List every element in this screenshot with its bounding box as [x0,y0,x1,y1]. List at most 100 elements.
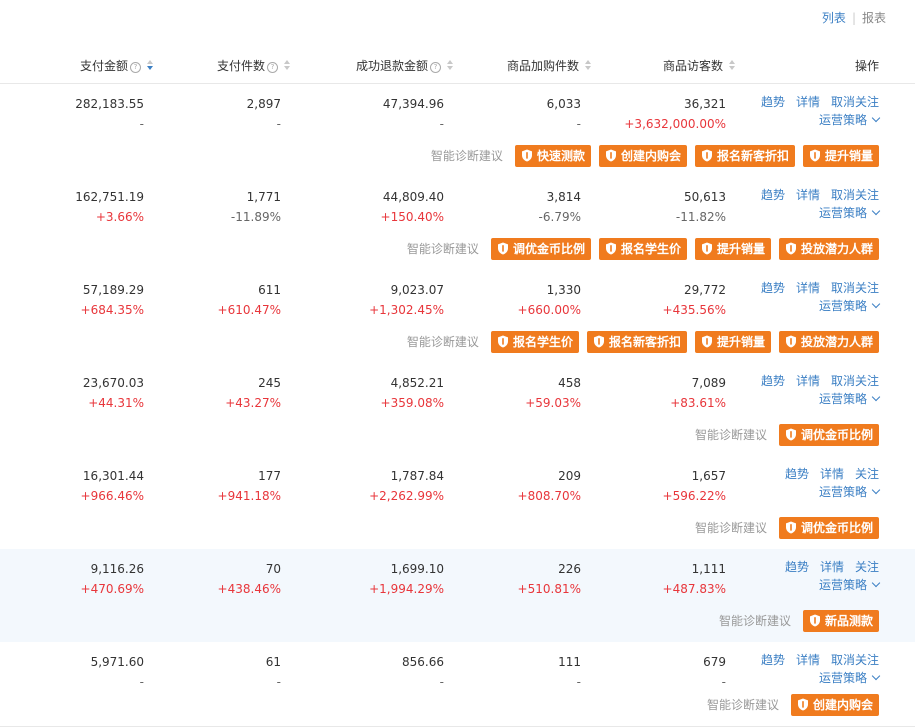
row-operations: 趋势 详情 取消关注运营策略 [761,651,881,687]
diagnosis-suggestions: 智能诊断建议 快速测款 创建内购会 报名新客折扣 提升销量 [430,145,879,167]
trend-link[interactable]: 趋势 [761,95,785,109]
strategy-dropdown[interactable]: 运营策略 [819,299,881,313]
chevron-down-icon [871,206,881,216]
sort-caret-icon[interactable] [447,60,454,72]
cart-count-value: 6,033 [546,97,581,111]
pay-count-cell: 245 +43.27% [225,373,281,413]
suggestion-tag-button[interactable]: 投放潜力人群 [778,331,879,353]
suggestion-tag-button[interactable]: 提升销量 [694,331,771,353]
refund-amount-cell: 9,023.07 +1,302.45% [369,280,444,320]
follow-toggle-link[interactable]: 取消关注 [831,188,879,202]
question-circle-icon[interactable]: ? [430,62,442,73]
pay-amount-cell: 16,301.44 +966.46% [81,466,144,506]
sort-caret-icon[interactable] [147,60,154,72]
header-cart-count[interactable]: 商品加购件数 [507,57,592,74]
sort-caret-icon[interactable] [585,60,592,72]
trend-link[interactable]: 趋势 [785,560,809,574]
suggestion-tag-label: 投放潜力人群 [800,242,873,256]
strategy-dropdown[interactable]: 运营策略 [818,578,881,592]
trend-link[interactable]: 趋势 [761,188,785,202]
suggestion-tag-button[interactable]: 创建内购会 [790,694,879,716]
visitors-change: -11.82% [675,210,726,224]
visitors-value: 50,613 [684,190,726,204]
suggestion-tag-button[interactable]: 报名学生价 [598,238,687,260]
cart-count-cell: 3,814 -6.79% [539,187,581,227]
strategy-dropdown[interactable]: 运营策略 [819,392,881,406]
refund-amount-value: 9,023.07 [390,283,444,297]
diagnosis-suggestions: 智能诊断建议 调优金币比例 [694,424,879,446]
visitors-cell: 679 - [703,652,726,692]
suggestion-tag-button[interactable]: 报名学生价 [490,331,579,353]
follow-toggle-link[interactable]: 取消关注 [831,281,879,295]
sort-caret-icon[interactable] [729,60,736,72]
refund-amount-change: +359.08% [380,396,444,410]
strategy-dropdown[interactable]: 运营策略 [819,485,881,499]
follow-toggle-link[interactable]: 取消关注 [831,95,879,109]
refund-amount-value: 4,852.21 [390,376,444,390]
trend-link[interactable]: 趋势 [761,653,785,667]
detail-link[interactable]: 详情 [796,653,820,667]
question-circle-icon[interactable]: ? [267,62,279,73]
detail-link[interactable]: 详情 [796,95,820,109]
strategy-dropdown[interactable]: 运营策略 [819,113,881,127]
trend-link[interactable]: 趋势 [761,374,785,388]
suggestion-tag-button[interactable]: 报名新客折扣 [694,145,795,167]
strategy-dropdown[interactable]: 运营策略 [819,206,881,220]
row-operations: 趋势 详情 取消关注运营策略 [761,372,881,408]
cart-count-cell: 111 - [558,652,581,692]
suggestion-tag-label: 新品测款 [824,614,873,628]
suggestion-tag-label: 创建内购会 [620,149,681,163]
strategy-dropdown[interactable]: 运营策略 [819,671,881,685]
chevron-down-icon [871,392,881,402]
suggestion-tag-label: 报名新客折扣 [716,149,789,163]
suggestion-tag-button[interactable]: 调优金币比例 [778,424,879,446]
strategy-label: 运营策略 [818,578,867,592]
detail-link[interactable]: 详情 [796,281,820,295]
suggestion-tag-button[interactable]: 新品测款 [802,610,879,632]
suggestion-tag-button[interactable]: 调优金币比例 [778,517,879,539]
shield-icon [605,147,617,162]
follow-toggle-link[interactable]: 取消关注 [831,374,879,388]
trend-link[interactable]: 趋势 [761,281,785,295]
suggestion-tag-button[interactable]: 提升销量 [802,145,879,167]
trend-link[interactable]: 趋势 [785,467,809,481]
detail-link[interactable]: 详情 [820,560,844,574]
detail-link[interactable]: 详情 [796,188,820,202]
visitors-value: 679 [703,655,726,669]
suggestion-tag-button[interactable]: 提升销量 [694,238,771,260]
visitors-change: +3,632,000.00% [624,117,726,131]
shield-icon [785,519,797,534]
header-visitors[interactable]: 商品访客数 [663,57,736,74]
list-view-link[interactable]: 列表 [822,11,846,25]
pay-count-value: 1,771 [246,190,281,204]
follow-toggle-link[interactable]: 取消关注 [831,653,879,667]
refund-amount-change: +1,302.45% [369,303,444,317]
diagnosis-suggestions: 智能诊断建议 创建内购会 [707,694,879,716]
suggestion-tag-button[interactable]: 调优金币比例 [490,238,591,260]
pay-count-value: 611 [258,283,281,297]
diagnosis-label: 智能诊断建议 [694,521,767,535]
diagnosis-label: 智能诊断建议 [694,428,767,442]
visitors-change: +596.22% [662,489,726,503]
diagnosis-label: 智能诊断建议 [406,242,479,256]
follow-toggle-link[interactable]: 关注 [855,467,879,481]
header-pay-amount[interactable]: 支付金额? [80,57,154,74]
question-circle-icon[interactable]: ? [130,62,142,73]
detail-link[interactable]: 详情 [796,374,820,388]
suggestion-tag-button[interactable]: 报名新客折扣 [586,331,687,353]
header-refund-amount[interactable]: 成功退款金额? [356,57,454,74]
detail-link[interactable]: 详情 [820,467,844,481]
report-view-link[interactable]: 报表 [862,11,886,25]
header-pay-count[interactable]: 支付件数? [217,57,291,74]
refund-amount-value: 47,394.96 [382,97,444,111]
follow-toggle-link[interactable]: 关注 [855,560,879,574]
visitors-cell: 29,772 +435.56% [663,280,726,320]
suggestion-tag-button[interactable]: 快速测款 [514,145,591,167]
row-operations: 趋势 详情 取消关注运营策略 [761,93,881,129]
diagnosis-label: 智能诊断建议 [430,149,503,163]
suggestion-tag-button[interactable]: 投放潜力人群 [778,238,879,260]
refund-amount-value: 44,809.40 [382,190,444,204]
refund-amount-cell: 1,699.10 +1,994.29% [369,559,444,599]
sort-caret-icon[interactable] [284,60,291,72]
suggestion-tag-button[interactable]: 创建内购会 [598,145,687,167]
